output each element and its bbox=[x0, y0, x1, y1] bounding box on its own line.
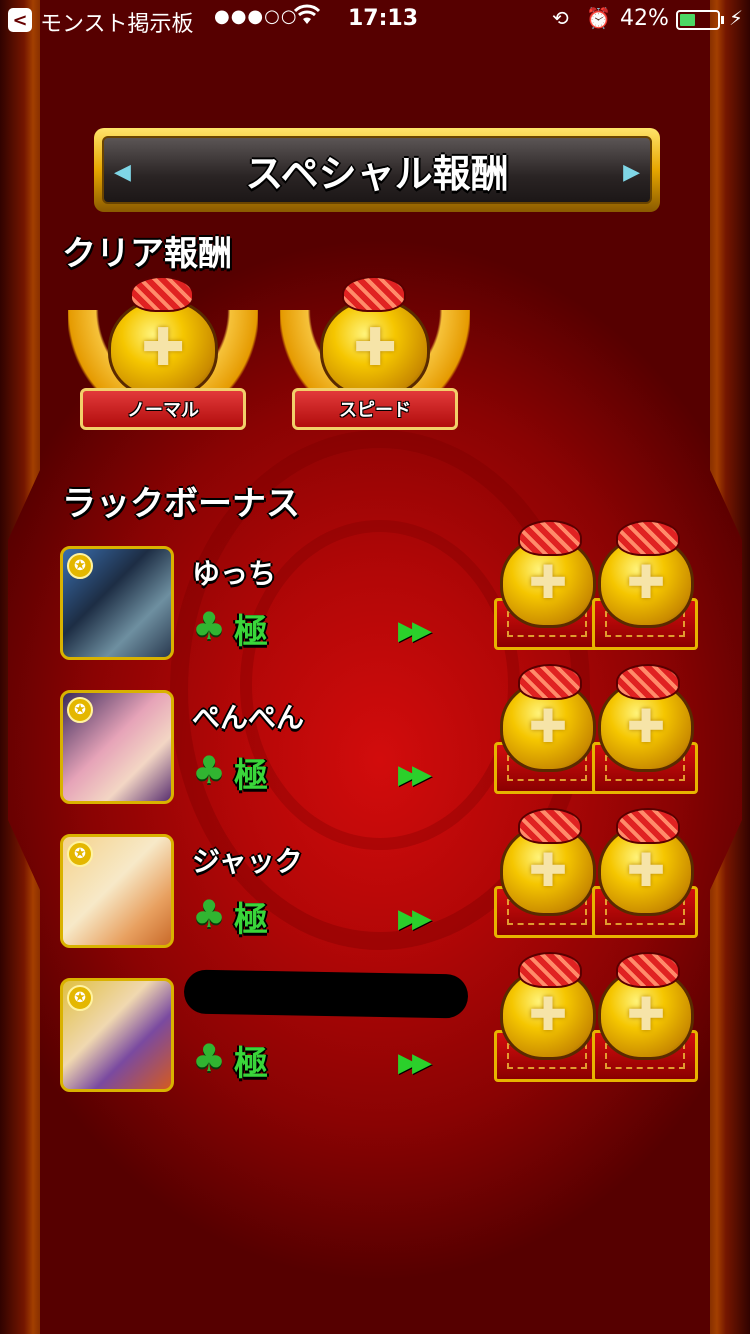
player-name: ゆっち bbox=[192, 557, 277, 590]
gift-bow-icon bbox=[616, 952, 680, 988]
back-app-name[interactable]: モンスト掲示板 bbox=[40, 6, 194, 38]
clover-icon: ♣ bbox=[192, 604, 227, 648]
clear-reward-normal: ✚ ノーマル bbox=[68, 270, 258, 460]
battery-level-fill bbox=[680, 14, 695, 26]
banner-left-arrow-icon: ◀ bbox=[114, 160, 131, 185]
reward-ribbon: ノーマル bbox=[80, 388, 246, 430]
gift-bow-icon bbox=[518, 808, 582, 844]
player-avatar: ✪ bbox=[60, 690, 174, 804]
redaction-mark bbox=[183, 969, 469, 1019]
page-title: スペシャル報酬 bbox=[245, 151, 509, 196]
clover-icon: ♣ bbox=[192, 1036, 227, 1080]
avatar-rank-icon: ✪ bbox=[67, 553, 93, 579]
luck-rank: 極 bbox=[234, 1044, 268, 1084]
gift-bow-icon bbox=[616, 520, 680, 556]
reward-label: ノーマル bbox=[127, 400, 199, 421]
gift-bow-icon bbox=[342, 276, 406, 312]
gift-bow-icon bbox=[518, 520, 582, 556]
gift-egg-icon: ✚ bbox=[320, 298, 430, 398]
clover-icon: ♣ bbox=[192, 892, 227, 936]
luck-bonus-row: ✪ ぺんぺん ♣ 極 ▶▶ ✚ ✚ bbox=[60, 664, 750, 810]
reward-label: スピード bbox=[339, 400, 411, 421]
double-arrow-icon: ▶▶ bbox=[398, 1048, 432, 1078]
clover-icon: ♣ bbox=[192, 748, 227, 792]
luck-rank: 極 bbox=[234, 612, 268, 652]
clock-time: 17:13 bbox=[348, 6, 419, 31]
reward-gift-box: ✚ bbox=[494, 660, 604, 810]
avatar-rank-icon: ✪ bbox=[67, 985, 93, 1011]
battery-percent: 42% bbox=[620, 6, 669, 31]
player-avatar: ✪ bbox=[60, 978, 174, 1092]
clear-reward-speed: ✚ スピード bbox=[280, 270, 470, 460]
rotation-lock-icon: ⟲ bbox=[552, 6, 569, 30]
gift-bow-icon bbox=[518, 664, 582, 700]
reward-gift-box: ✚ bbox=[592, 948, 702, 1098]
gift-egg-icon: ✚ bbox=[108, 298, 218, 398]
signal-strength-icon: ●●●○○ bbox=[214, 6, 298, 27]
title-banner: ◀ スペシャル報酬 ▶ bbox=[94, 128, 660, 212]
luck-rank: 極 bbox=[234, 756, 268, 796]
player-avatar: ✪ bbox=[60, 546, 174, 660]
luck-bonus-heading: ラックボーナス bbox=[62, 484, 300, 524]
status-bar: < モンスト掲示板 ●●●○○ 17:13 ⟲ ⏰ 42% ⚡ bbox=[0, 0, 750, 40]
double-arrow-icon: ▶▶ bbox=[398, 904, 432, 934]
battery-tip bbox=[721, 16, 724, 24]
avatar-rank-icon: ✪ bbox=[67, 697, 93, 723]
reward-ribbon: スピード bbox=[292, 388, 458, 430]
player-name: ジャック bbox=[192, 845, 303, 878]
gift-bow-icon bbox=[616, 808, 680, 844]
luck-bonus-row: ✪ ♣ 極 ▶▶ ✚ ✚ bbox=[60, 952, 750, 1098]
battery-icon bbox=[676, 10, 720, 30]
wifi-icon bbox=[293, 4, 321, 32]
player-avatar: ✪ bbox=[60, 834, 174, 948]
luck-bonus-row: ✪ ゆっち ♣ 極 ▶▶ ✚ ✚ bbox=[60, 520, 750, 666]
gift-bow-icon bbox=[616, 664, 680, 700]
luck-bonus-row: ✪ ジャック ♣ 極 ▶▶ ✚ ✚ bbox=[60, 808, 750, 954]
title-banner-plate: ◀ スペシャル報酬 ▶ bbox=[102, 136, 652, 204]
reward-gift-box: ✚ bbox=[494, 804, 604, 954]
reward-gift-box: ✚ bbox=[494, 516, 604, 666]
banner-right-arrow-icon: ▶ bbox=[623, 160, 640, 185]
reward-gift-box: ✚ bbox=[592, 804, 702, 954]
luck-rank: 極 bbox=[234, 900, 268, 940]
gift-bow-icon bbox=[130, 276, 194, 312]
alarm-icon: ⏰ bbox=[586, 6, 611, 30]
reward-gift-box: ✚ bbox=[592, 516, 702, 666]
double-arrow-icon: ▶▶ bbox=[398, 760, 432, 790]
reward-gift-box: ✚ bbox=[494, 948, 604, 1098]
double-arrow-icon: ▶▶ bbox=[398, 616, 432, 646]
gift-bow-icon bbox=[518, 952, 582, 988]
avatar-rank-icon: ✪ bbox=[67, 841, 93, 867]
clear-reward-heading: クリア報酬 bbox=[62, 234, 232, 274]
player-name: ぺんぺん bbox=[192, 701, 305, 734]
back-button[interactable]: < bbox=[8, 8, 32, 32]
reward-gift-box: ✚ bbox=[592, 660, 702, 810]
charging-bolt-icon: ⚡ bbox=[729, 6, 744, 30]
